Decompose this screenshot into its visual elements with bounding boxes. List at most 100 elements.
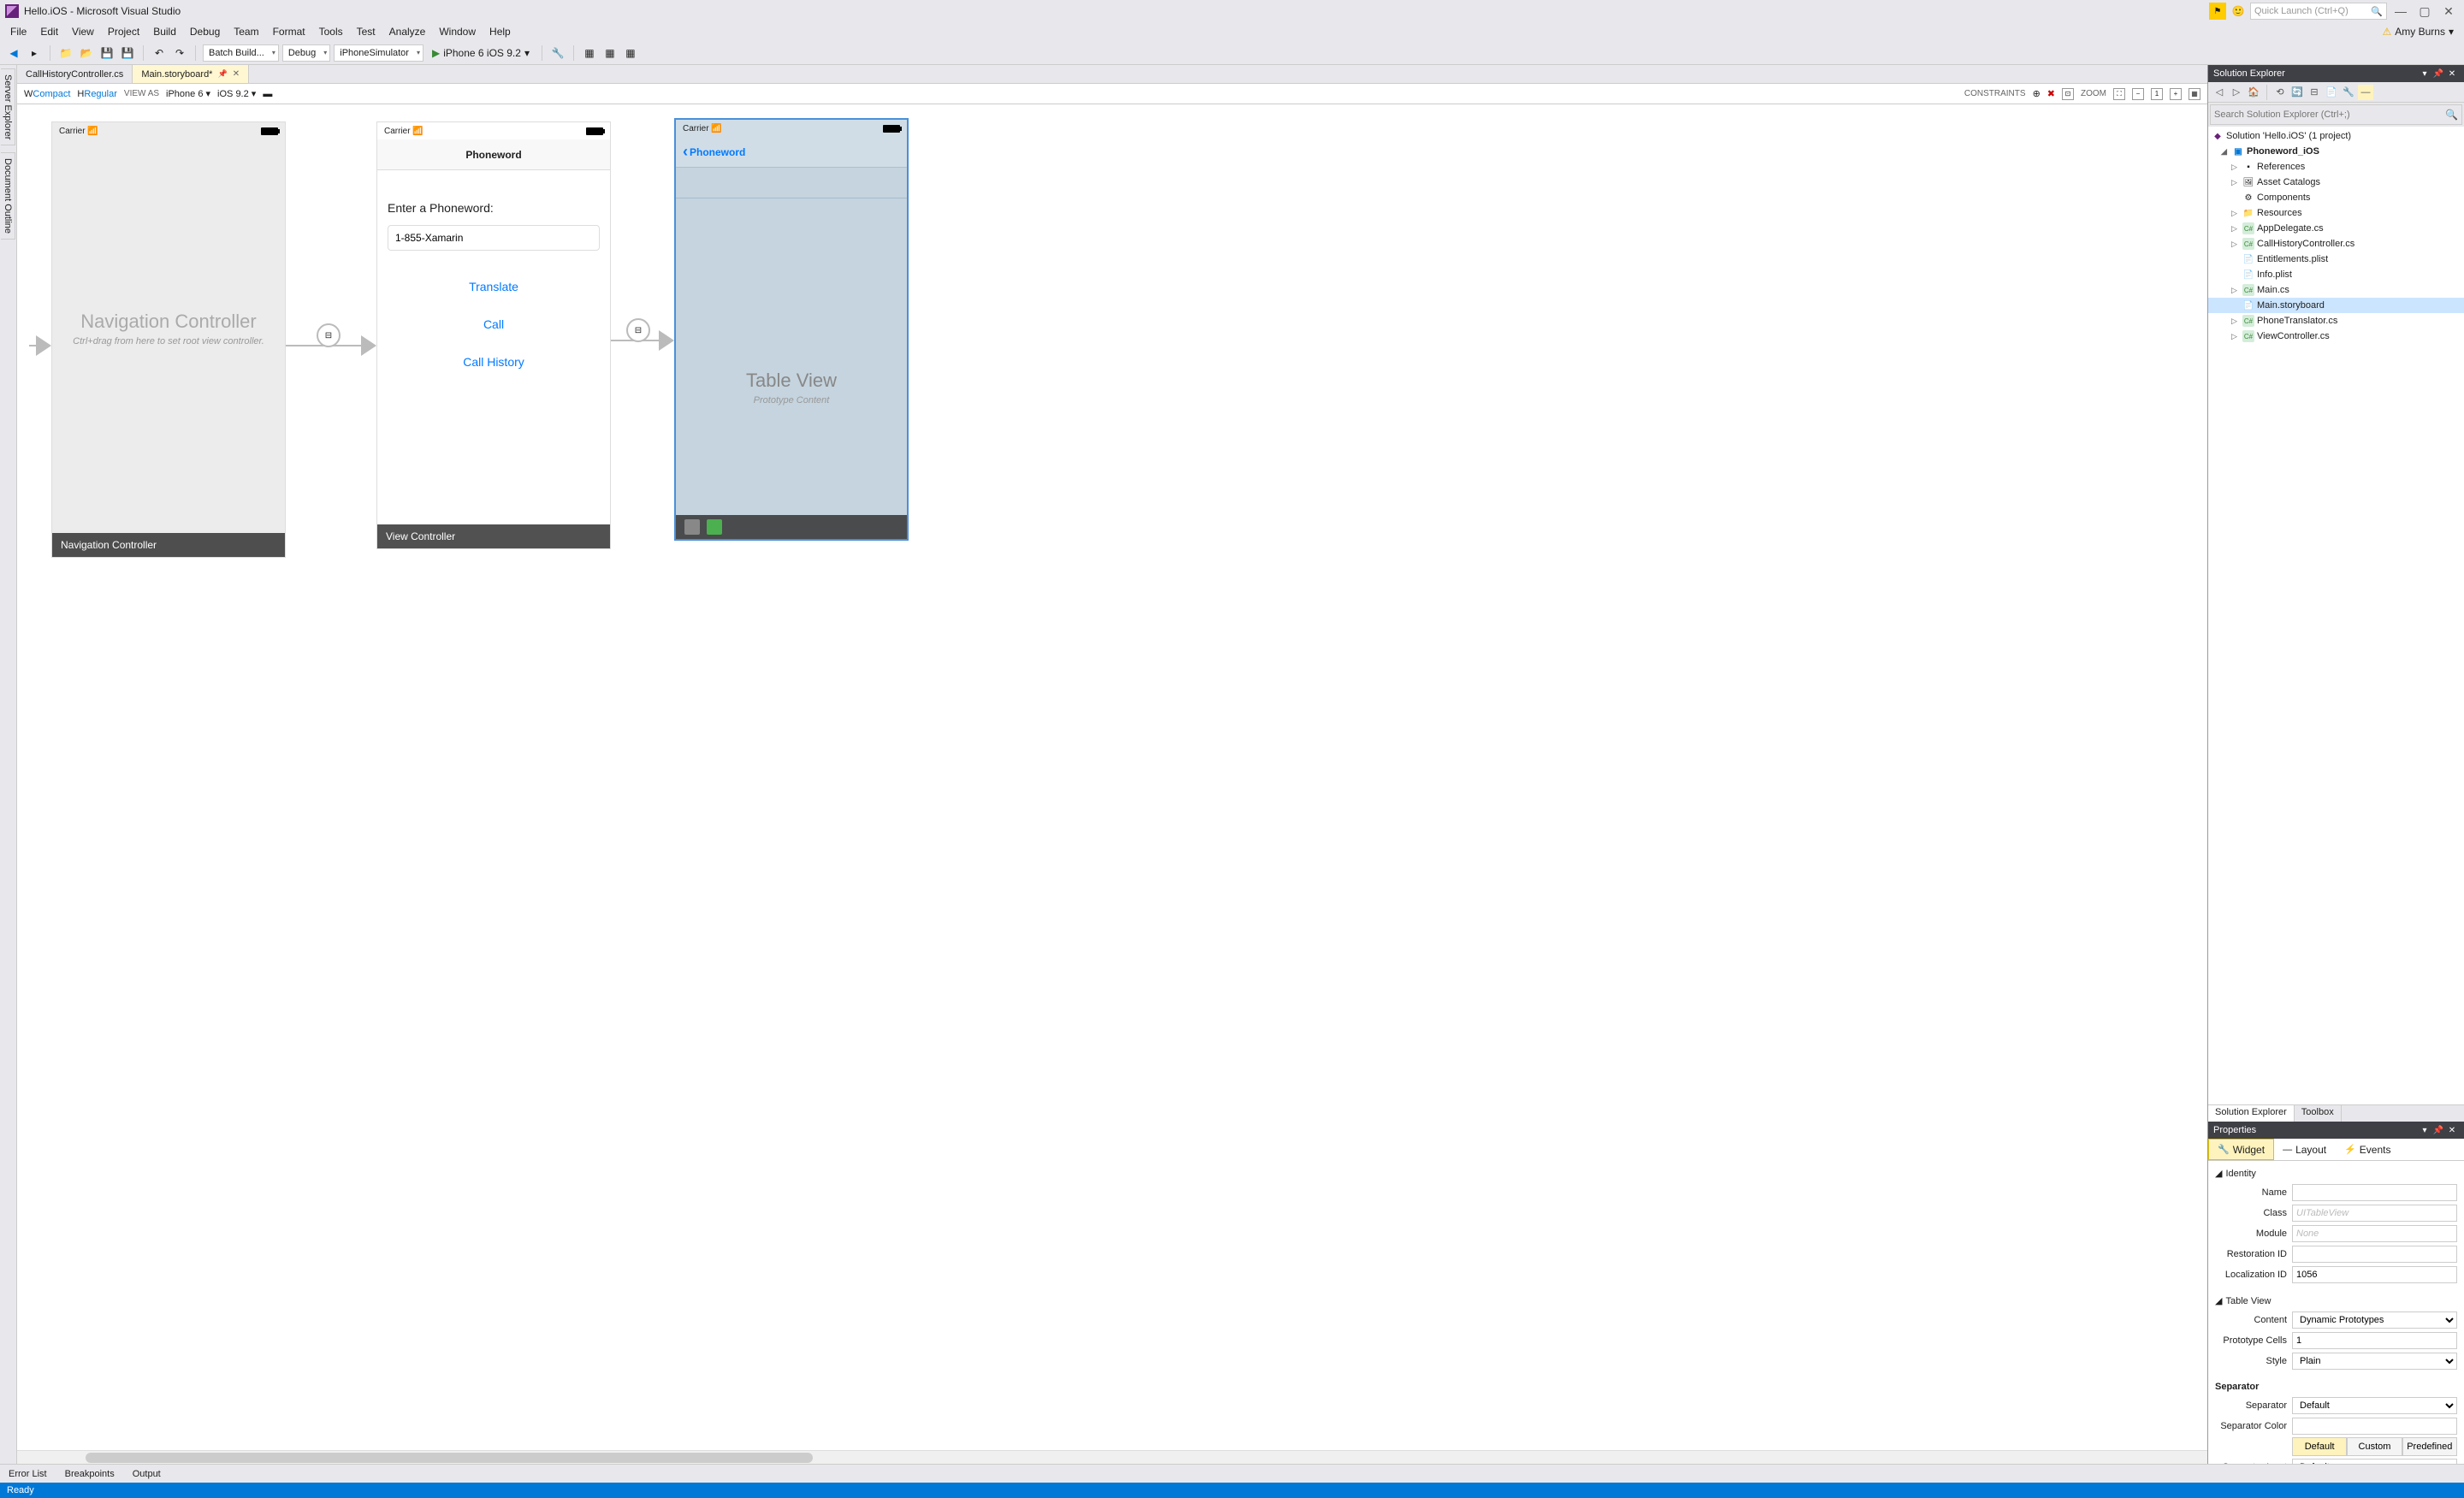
- close-panel-icon[interactable]: ✕: [2445, 1126, 2459, 1135]
- navigation-controller-scene[interactable]: Carrier 📶 Navigation Controller Ctrl+dra…: [51, 121, 286, 558]
- open-button[interactable]: 📂: [78, 44, 95, 62]
- back-icon[interactable]: ◁: [2212, 85, 2227, 100]
- sep-default-button[interactable]: Default: [2292, 1437, 2347, 1456]
- sep-custom-button[interactable]: Custom: [2347, 1437, 2402, 1456]
- close-tab-icon[interactable]: ✕: [233, 69, 240, 79]
- module-input[interactable]: [2292, 1225, 2457, 1242]
- sync-icon[interactable]: ⟲: [2272, 85, 2288, 100]
- class-input[interactable]: [2292, 1205, 2457, 1222]
- config-dropdown[interactable]: Debug: [282, 44, 330, 62]
- zoom-actual[interactable]: 1: [2151, 88, 2163, 100]
- expand-toggle[interactable]: ◢: [2221, 147, 2230, 157]
- solution-search-input[interactable]: [2214, 110, 2445, 120]
- restoration-input[interactable]: [2292, 1246, 2457, 1263]
- zoom-in[interactable]: +: [2170, 88, 2182, 100]
- expand-toggle[interactable]: ▷: [2231, 163, 2240, 172]
- new-project-button[interactable]: 📁: [57, 44, 74, 62]
- horizontal-scrollbar[interactable]: [17, 1450, 2207, 1464]
- constraint-btn-1[interactable]: ⊕: [2033, 88, 2040, 99]
- designer-canvas[interactable]: Carrier 📶 Navigation Controller Ctrl+dra…: [17, 104, 2207, 1450]
- expand-toggle[interactable]: ▷: [2231, 178, 2240, 187]
- breakpoints-tab[interactable]: Breakpoints: [56, 1467, 124, 1481]
- save-button[interactable]: 💾: [98, 44, 116, 62]
- run-button[interactable]: ▶ iPhone 6 iOS 9.2 ▾: [427, 47, 535, 59]
- push-segue[interactable]: ⊟: [611, 330, 674, 351]
- doc-tab-storyboard[interactable]: Main.storyboard* 📌 ✕: [133, 65, 249, 83]
- toolbar-btn-3[interactable]: ▦: [601, 44, 619, 62]
- tree-item[interactable]: 📄Main.storyboard: [2208, 298, 2464, 313]
- phoneword-label[interactable]: Enter a Phoneword:: [388, 201, 600, 215]
- tree-solution-node[interactable]: ◆ Solution 'Hello.iOS' (1 project): [2208, 128, 2464, 144]
- orientation-icon[interactable]: ▬: [263, 89, 272, 99]
- constraint-btn-2[interactable]: ✖: [2047, 88, 2055, 99]
- inset-select[interactable]: Default: [2292, 1459, 2457, 1464]
- menu-view[interactable]: View: [65, 24, 101, 39]
- menu-test[interactable]: Test: [350, 24, 382, 39]
- scene-dock-icon[interactable]: [684, 519, 700, 535]
- close-panel-icon[interactable]: ✕: [2445, 69, 2459, 79]
- expand-toggle[interactable]: ▷: [2231, 224, 2240, 234]
- menu-file[interactable]: File: [3, 24, 33, 39]
- initial-arrow[interactable]: [29, 335, 51, 356]
- output-tab[interactable]: Output: [124, 1467, 170, 1481]
- tree-item[interactable]: ▷C#ViewController.cs: [2208, 329, 2464, 344]
- call-history-button[interactable]: Call History: [388, 343, 600, 381]
- nav-bar-title[interactable]: Phoneword: [377, 139, 610, 170]
- toolbar-btn-1[interactable]: 🔧: [549, 44, 566, 62]
- view-as-ios[interactable]: iOS 9.2 ▾: [217, 88, 256, 99]
- scene-footer[interactable]: [676, 515, 907, 539]
- constraint-btn-3[interactable]: ⊡: [2062, 88, 2074, 100]
- solution-tree[interactable]: ◆ Solution 'Hello.iOS' (1 project) ◢ ▣ P…: [2208, 127, 2464, 1104]
- identity-section-header[interactable]: ◢ Identity: [2215, 1164, 2457, 1182]
- tree-item[interactable]: ▷🖼Asset Catalogs: [2208, 175, 2464, 190]
- expand-toggle[interactable]: ▷: [2231, 332, 2240, 341]
- pin-icon[interactable]: 📌: [217, 69, 227, 79]
- undo-button[interactable]: ↶: [151, 44, 168, 62]
- menu-edit[interactable]: Edit: [33, 24, 65, 39]
- menu-format[interactable]: Format: [266, 24, 312, 39]
- menu-tools[interactable]: Tools: [312, 24, 350, 39]
- nav-bar-back[interactable]: ‹ Phoneword: [676, 137, 907, 168]
- tree-item[interactable]: ▷C#Main.cs: [2208, 282, 2464, 298]
- widget-tab[interactable]: 🔧 Widget: [2208, 1139, 2274, 1160]
- translate-button[interactable]: Translate: [388, 268, 600, 305]
- sep-color-input[interactable]: [2292, 1418, 2457, 1435]
- pin-icon[interactable]: 📌: [2431, 1126, 2445, 1135]
- size-class-w[interactable]: Compact: [33, 89, 70, 99]
- scene-footer[interactable]: View Controller: [377, 524, 610, 548]
- expand-toggle[interactable]: ▷: [2231, 209, 2240, 218]
- solution-explorer-tab[interactable]: Solution Explorer: [2208, 1105, 2295, 1122]
- toolbox-tab[interactable]: Toolbox: [2295, 1105, 2342, 1122]
- save-all-button[interactable]: 💾: [119, 44, 136, 62]
- proto-input[interactable]: [2292, 1332, 2457, 1349]
- tree-item[interactable]: ▷▪References: [2208, 159, 2464, 175]
- tree-item[interactable]: 📄Info.plist: [2208, 267, 2464, 282]
- maximize-button[interactable]: ▢: [2414, 3, 2435, 20]
- sep-select[interactable]: Default: [2292, 1397, 2457, 1414]
- user-account[interactable]: ⚠ Amy Burns ▾: [2376, 26, 2461, 38]
- tree-item[interactable]: ▷C#CallHistoryController.cs: [2208, 236, 2464, 252]
- menu-help[interactable]: Help: [483, 24, 518, 39]
- expand-toggle[interactable]: ▷: [2231, 286, 2240, 295]
- call-button[interactable]: Call: [388, 305, 600, 343]
- refresh-icon[interactable]: 🔄: [2289, 85, 2305, 100]
- expand-toggle[interactable]: ▷: [2231, 317, 2240, 326]
- show-all-icon[interactable]: 📄: [2324, 85, 2339, 100]
- preview-icon[interactable]: —: [2358, 85, 2373, 100]
- menu-debug[interactable]: Debug: [183, 24, 227, 39]
- pin-icon[interactable]: 📌: [2431, 69, 2445, 79]
- toolbar-btn-2[interactable]: ▦: [581, 44, 598, 62]
- zoom-grid[interactable]: ▦: [2189, 88, 2200, 100]
- menu-project[interactable]: Project: [101, 24, 146, 39]
- zoom-fit[interactable]: ⛶: [2113, 88, 2125, 100]
- quick-launch-input[interactable]: Quick Launch (Ctrl+Q) 🔍: [2250, 3, 2387, 20]
- menu-team[interactable]: Team: [227, 24, 265, 39]
- size-class-h[interactable]: Regular: [84, 89, 117, 99]
- content-select[interactable]: Dynamic Prototypes: [2292, 1311, 2457, 1329]
- nav-fwd-button[interactable]: ▸: [26, 44, 43, 62]
- localization-input[interactable]: [2292, 1266, 2457, 1283]
- style-select[interactable]: Plain: [2292, 1353, 2457, 1370]
- panel-dropdown-icon[interactable]: ▾: [2418, 1126, 2431, 1135]
- menu-window[interactable]: Window: [432, 24, 483, 39]
- root-segue[interactable]: ⊟: [286, 335, 376, 356]
